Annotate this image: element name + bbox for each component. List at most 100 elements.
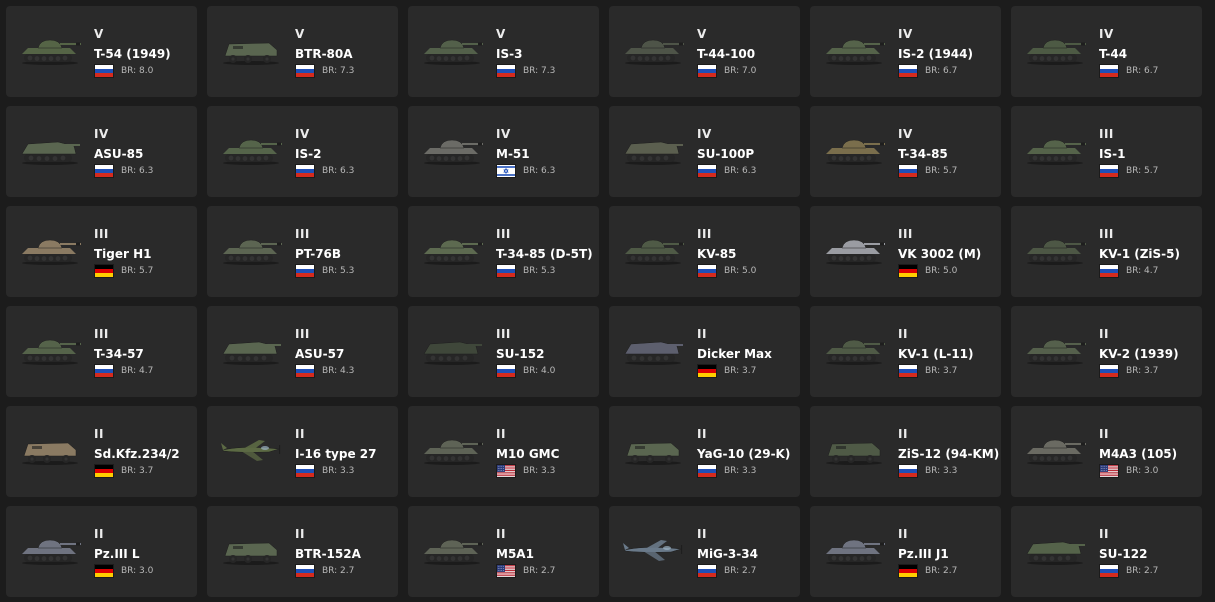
- battle-rating: BR: 4.3: [322, 366, 355, 376]
- vehicle-card[interactable]: II Pz.III J1 BR: 2.7: [810, 506, 1001, 597]
- vehicle-card[interactable]: II Dicker Max BR: 3.7: [609, 306, 800, 397]
- ussr-flag-icon: [698, 565, 716, 577]
- battle-rating: BR: 5.7: [121, 266, 154, 276]
- vehicle-rank: III: [295, 227, 310, 241]
- vehicle-name: KV-85: [697, 247, 737, 261]
- battle-rating: BR: 6.7: [1126, 66, 1159, 76]
- vehicle-rank: IV: [898, 27, 913, 41]
- vehicle-icon: [22, 539, 81, 565]
- vehicle-card[interactable]: II SU-122 BR: 2.7: [1011, 506, 1202, 597]
- vehicle-card[interactable]: V BTR-80A BR: 7.3: [207, 6, 398, 97]
- vehicle-card[interactable]: V T-44-100 BR: 7.0: [609, 6, 800, 97]
- vehicle-icon: [1027, 39, 1086, 65]
- battle-rating: BR: 4.0: [523, 366, 556, 376]
- vehicle-card[interactable]: III PT-76B BR: 5.3: [207, 206, 398, 297]
- vehicle-card[interactable]: II M4A3 (105) BR: 3.0: [1011, 406, 1202, 497]
- vehicle-name: M5A1: [496, 547, 534, 561]
- battle-rating: BR: 3.7: [1126, 366, 1159, 376]
- vehicle-name: M4A3 (105): [1099, 447, 1178, 461]
- vehicle-card[interactable]: IV ASU-85 BR: 6.3: [6, 106, 197, 197]
- vehicle-rank: II: [1099, 527, 1109, 541]
- ussr-flag-icon: [899, 465, 917, 477]
- battle-rating: BR: 6.3: [322, 166, 355, 176]
- vehicle-card[interactable]: II KV-1 (L-11) BR: 3.7: [810, 306, 1001, 397]
- vehicle-card[interactable]: II KV-2 (1939) BR: 3.7: [1011, 306, 1202, 397]
- vehicle-name: PT-76B: [295, 247, 342, 261]
- battle-rating: BR: 3.7: [121, 466, 154, 476]
- battle-rating: BR: 5.7: [925, 166, 958, 176]
- vehicle-card[interactable]: II I-16 type 27 BR: 3.3: [207, 406, 398, 497]
- vehicle-card[interactable]: III KV-85 BR: 5.0: [609, 206, 800, 297]
- vehicle-rank: III: [898, 227, 913, 241]
- battle-rating: BR: 6.3: [724, 166, 757, 176]
- vehicle-card[interactable]: III ASU-57 BR: 4.3: [207, 306, 398, 397]
- battle-rating: BR: 7.3: [523, 66, 556, 76]
- vehicle-card[interactable]: IV IS-2 BR: 6.3: [207, 106, 398, 197]
- vehicle-rank: IV: [697, 127, 712, 141]
- vehicle-card[interactable]: II M5A1 BR: 2.7: [408, 506, 599, 597]
- vehicle-icon: [624, 141, 683, 165]
- battle-rating: BR: 8.0: [121, 66, 154, 76]
- vehicle-icon: [223, 239, 282, 265]
- vehicle-card[interactable]: IV SU-100P BR: 6.3: [609, 106, 800, 197]
- vehicle-card[interactable]: II ZiS-12 (94-KM) BR: 3.3: [810, 406, 1001, 497]
- vehicle-card[interactable]: III Tiger H1 BR: 5.7: [6, 206, 197, 297]
- germany-flag-icon: [899, 265, 917, 277]
- vehicle-card[interactable]: V IS-3 BR: 7.3: [408, 6, 599, 97]
- usa-flag-icon: [497, 565, 515, 577]
- vehicle-card[interactable]: III T-34-85 (D-5T) BR: 5.3: [408, 206, 599, 297]
- vehicle-card[interactable]: III IS-1 BR: 5.7: [1011, 106, 1202, 197]
- vehicle-card[interactable]: IV T-44 BR: 6.7: [1011, 6, 1202, 97]
- vehicle-icon: [423, 341, 482, 365]
- battle-rating: BR: 6.3: [523, 166, 556, 176]
- battle-rating: BR: 3.0: [1126, 466, 1159, 476]
- vehicle-name: SU-100P: [697, 147, 755, 161]
- vehicle-name: T-34-57: [94, 347, 144, 361]
- vehicle-rank: II: [697, 427, 707, 441]
- vehicle-card[interactable]: III T-34-57 BR: 4.7: [6, 306, 197, 397]
- battle-rating: BR: 2.7: [322, 566, 355, 576]
- vehicle-card[interactable]: II M10 GMC BR: 3.3: [408, 406, 599, 497]
- vehicle-card[interactable]: III KV-1 (ZiS-5) BR: 4.7: [1011, 206, 1202, 297]
- vehicle-card[interactable]: III VK 3002 (M) BR: 5.0: [810, 206, 1001, 297]
- vehicle-card[interactable]: II Sd.Kfz.234/2 BR: 3.7: [6, 406, 197, 497]
- vehicle-icon: [826, 442, 882, 465]
- vehicle-icon: [22, 239, 81, 265]
- vehicle-card[interactable]: V T-54 (1949) BR: 8.0: [6, 6, 197, 97]
- ussr-flag-icon: [1100, 565, 1118, 577]
- vehicle-name: SU-152: [496, 347, 545, 361]
- battle-rating: BR: 6.7: [925, 66, 958, 76]
- ussr-flag-icon: [95, 65, 113, 77]
- ussr-flag-icon: [899, 365, 917, 377]
- vehicle-icon: [826, 539, 885, 565]
- vehicle-name: KV-2 (1939): [1099, 347, 1179, 361]
- vehicle-card[interactable]: III SU-152 BR: 4.0: [408, 306, 599, 397]
- vehicle-card[interactable]: II YaG-10 (29-K) BR: 3.3: [609, 406, 800, 497]
- vehicle-card[interactable]: II MiG-3-34 BR: 2.7: [609, 506, 800, 597]
- vehicle-card[interactable]: II BTR-152A BR: 2.7: [207, 506, 398, 597]
- vehicle-name: KV-1 (ZiS-5): [1099, 247, 1180, 261]
- ussr-flag-icon: [698, 65, 716, 77]
- vehicle-rank: III: [94, 227, 109, 241]
- vehicle-card[interactable]: II Pz.III L BR: 3.0: [6, 506, 197, 597]
- vehicle-icon: [826, 39, 885, 65]
- vehicle-rank: II: [496, 527, 506, 541]
- germany-flag-icon: [95, 265, 113, 277]
- vehicle-name: VK 3002 (M): [898, 247, 982, 261]
- vehicle-name: T-34-85: [898, 147, 948, 161]
- vehicle-rank: III: [1099, 127, 1114, 141]
- ussr-flag-icon: [899, 65, 917, 77]
- vehicle-card[interactable]: IV M-51 BR: 6.3: [408, 106, 599, 197]
- vehicle-icon: [826, 239, 885, 265]
- vehicle-card[interactable]: IV T-34-85 BR: 5.7: [810, 106, 1001, 197]
- battle-rating: BR: 2.7: [724, 566, 757, 576]
- vehicle-rank: III: [94, 327, 109, 341]
- vehicle-rank: II: [898, 527, 908, 541]
- ussr-flag-icon: [296, 165, 314, 177]
- vehicle-rank: III: [496, 327, 511, 341]
- battle-rating: BR: 5.3: [322, 266, 355, 276]
- vehicle-icon: [1027, 339, 1086, 365]
- vehicle-icon: [1027, 439, 1086, 465]
- ussr-flag-icon: [1100, 165, 1118, 177]
- vehicle-card[interactable]: IV IS-2 (1944) BR: 6.7: [810, 6, 1001, 97]
